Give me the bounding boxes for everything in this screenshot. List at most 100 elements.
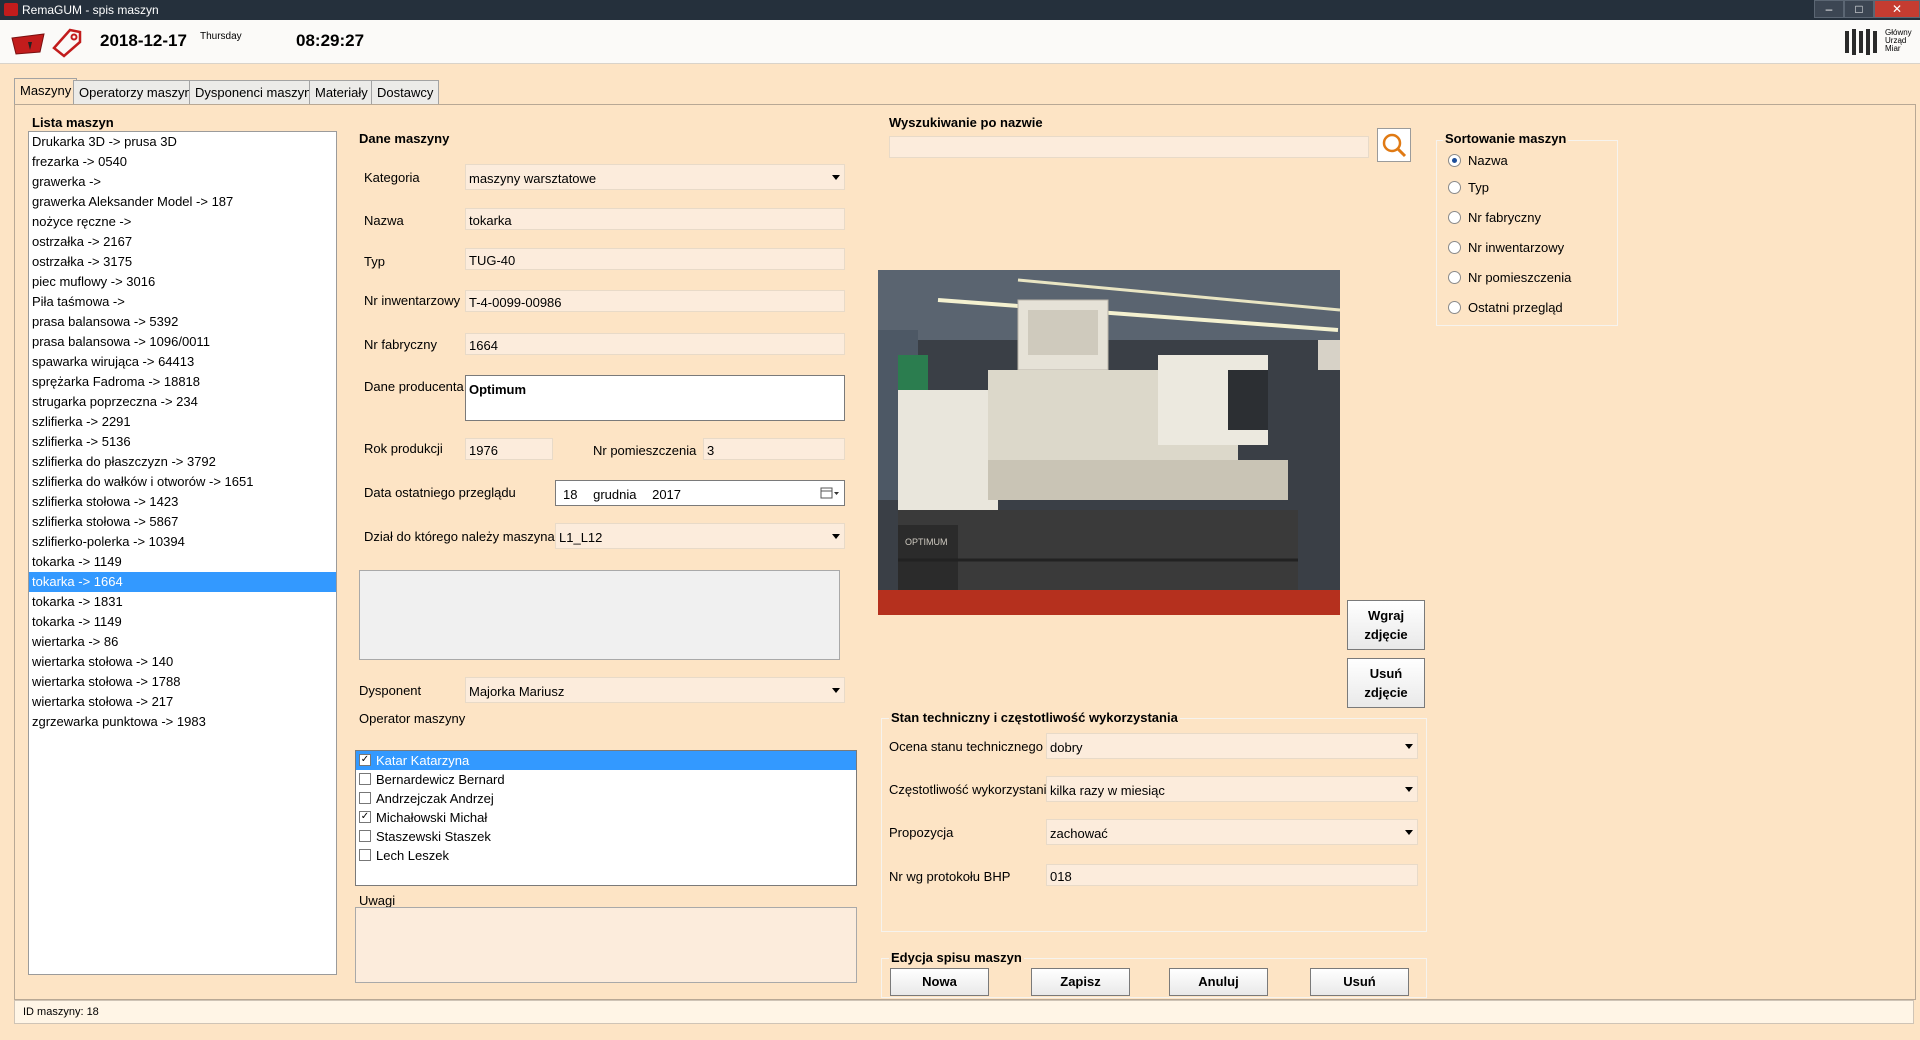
nazwa-field[interactable]: tokarka xyxy=(465,208,845,230)
tab-maszyny[interactable]: Maszyny xyxy=(14,78,78,105)
sort-option[interactable]: Nr pomieszczenia xyxy=(1448,270,1571,288)
machine-list-item[interactable]: strugarka poprzeczna -> 234 xyxy=(29,392,336,412)
dysponent-select[interactable]: Majorka Mariusz xyxy=(465,677,845,703)
operator-item[interactable]: Andrzejczak Andrzej xyxy=(356,789,856,808)
uwagi-textarea[interactable] xyxy=(355,907,857,983)
new-button[interactable]: Nowa xyxy=(890,968,989,996)
checkbox[interactable]: ✓ xyxy=(359,754,371,766)
machine-list-item[interactable]: zgrzewarka punktowa -> 1983 xyxy=(29,712,336,732)
remove-photo-button[interactable]: Usuń zdjęcie xyxy=(1347,658,1425,708)
kategoria-select[interactable]: maszyny warsztatowe xyxy=(465,164,845,190)
machine-list-item[interactable]: wiertarka stołowa -> 1788 xyxy=(29,672,336,692)
machine-list-item[interactable]: wiertarka stołowa -> 140 xyxy=(29,652,336,672)
machine-list-item[interactable]: szlifierka do wałków i otworów -> 1651 xyxy=(29,472,336,492)
machine-list-item[interactable]: prasa balansowa -> 1096/0011 xyxy=(29,332,336,352)
machine-list-item[interactable]: szlifierka -> 2291 xyxy=(29,412,336,432)
data-przegladu-picker[interactable]: 18 grudnia 2017 xyxy=(555,480,845,506)
operator-name: Staszewski Staszek xyxy=(376,829,491,844)
machine-list-item[interactable]: spawarka wirująca -> 64413 xyxy=(29,352,336,372)
machine-list-item[interactable]: ostrzałka -> 3175 xyxy=(29,252,336,272)
maximize-button[interactable]: □ xyxy=(1844,0,1874,18)
delete-button[interactable]: Usuń xyxy=(1310,968,1409,996)
checkbox[interactable]: ✓ xyxy=(359,811,371,823)
tag-icon[interactable] xyxy=(50,26,84,58)
operator-item[interactable]: Bernardewicz Bernard xyxy=(356,770,856,789)
operator-item[interactable]: ✓ Michałowski Michał xyxy=(356,808,856,827)
sort-option[interactable]: Typ xyxy=(1448,180,1489,198)
operator-label: Operator maszyny xyxy=(359,711,466,726)
machine-list-item[interactable]: tokarka -> 1831 xyxy=(29,592,336,612)
machine-list-item[interactable]: sprężarka Fadroma -> 18818 xyxy=(29,372,336,392)
machine-list-item[interactable]: prasa balansowa -> 5392 xyxy=(29,312,336,332)
checkbox[interactable] xyxy=(359,849,371,861)
machine-list-item[interactable]: Drukarka 3D -> prusa 3D xyxy=(29,132,336,152)
chevron-down-icon xyxy=(1405,830,1413,835)
checkbox[interactable] xyxy=(359,830,371,842)
operator-item[interactable]: Staszewski Staszek xyxy=(356,827,856,846)
machine-list-item[interactable]: Piła taśmowa -> xyxy=(29,292,336,312)
czestotliwosc-label: Częstotliwość wykorzystania xyxy=(889,782,1054,797)
search-button[interactable] xyxy=(1377,128,1411,162)
sort-option[interactable]: Nr inwentarzowy xyxy=(1448,240,1564,258)
radio-button[interactable] xyxy=(1448,211,1461,224)
close-button[interactable]: ✕ xyxy=(1874,0,1920,18)
operator-item[interactable]: ✓ Katar Katarzyna xyxy=(356,751,856,770)
producent-textarea[interactable]: Optimum xyxy=(465,375,845,421)
nr-inwentarzowy-field[interactable]: T-4-0099-00986 xyxy=(465,290,845,312)
checkbox[interactable] xyxy=(359,792,371,804)
machine-list-item[interactable]: frezarka -> 0540 xyxy=(29,152,336,172)
dzial-select[interactable]: L1_L12 xyxy=(555,523,845,549)
edit-title: Edycja spisu maszyn xyxy=(889,950,1024,965)
radio-button[interactable] xyxy=(1448,154,1461,167)
propozycja-select[interactable]: zachować xyxy=(1046,819,1418,845)
machine-list-item[interactable]: wiertarka stołowa -> 217 xyxy=(29,692,336,712)
ocena-select[interactable]: dobry xyxy=(1046,733,1418,759)
radio-button[interactable] xyxy=(1448,301,1461,314)
tab-operatorzy[interactable]: Operatorzy maszyn xyxy=(73,80,198,104)
machine-list-item[interactable]: szlifierka stołowa -> 1423 xyxy=(29,492,336,512)
machine-list-item[interactable]: szlifierka stołowa -> 5867 xyxy=(29,512,336,532)
machine-id-status: ID maszyny: 18 xyxy=(23,1006,99,1018)
checkbox[interactable] xyxy=(359,773,371,785)
minimize-button[interactable]: – xyxy=(1814,0,1844,18)
tab-dostawcy[interactable]: Dostawcy xyxy=(371,80,440,104)
sort-option[interactable]: Nr fabryczny xyxy=(1448,210,1541,228)
tab-dysponenci[interactable]: Dysponenci maszyn xyxy=(189,80,318,104)
machine-list-item[interactable]: ostrzałka -> 2167 xyxy=(29,232,336,252)
machine-list-item[interactable]: szlifierko-polerka -> 10394 xyxy=(29,532,336,552)
radio-button[interactable] xyxy=(1448,181,1461,194)
nr-fabryczny-field[interactable]: 1664 xyxy=(465,333,845,355)
machine-list-item[interactable]: tokarka -> 1664 xyxy=(29,572,336,592)
machine-list-item[interactable]: tokarka -> 1149 xyxy=(29,552,336,572)
radio-button[interactable] xyxy=(1448,241,1461,254)
tab-materialy[interactable]: Materiały xyxy=(309,80,374,104)
current-time: 08:29:27 xyxy=(296,31,365,50)
operator-name: Katar Katarzyna xyxy=(376,753,470,768)
operator-item[interactable]: Lech Leszek xyxy=(356,846,856,865)
machine-list-item[interactable]: grawerka Aleksander Model -> 187 xyxy=(29,192,336,212)
cancel-button[interactable]: Anuluj xyxy=(1169,968,1268,996)
rok-produkcji-field[interactable]: 1976 xyxy=(465,438,553,460)
toolbox-icon[interactable] xyxy=(10,30,48,56)
sort-option[interactable]: Nazwa xyxy=(1448,153,1508,171)
machine-list-item[interactable]: tokarka -> 1149 xyxy=(29,612,336,632)
machine-list-item[interactable]: szlifierka -> 5136 xyxy=(29,432,336,452)
radio-button[interactable] xyxy=(1448,271,1461,284)
calendar-icon[interactable] xyxy=(820,486,840,500)
machine-list-item[interactable]: wiertarka -> 86 xyxy=(29,632,336,652)
typ-field[interactable]: TUG-40 xyxy=(465,248,845,270)
machine-list[interactable]: Drukarka 3D -> prusa 3D frezarka -> 0540 g… xyxy=(28,131,337,975)
sort-option-label: Nazwa xyxy=(1468,153,1508,168)
operator-checklist[interactable]: ✓ Katar Katarzyna Bernardewicz Bernard Andr… xyxy=(355,750,857,886)
bhp-field[interactable]: 018 xyxy=(1046,864,1418,886)
search-input[interactable] xyxy=(889,136,1369,158)
czestotliwosc-select[interactable]: kilka razy w miesiąc xyxy=(1046,776,1418,802)
nr-pomieszczenia-field[interactable]: 3 xyxy=(703,438,845,460)
machine-list-item[interactable]: nożyce ręczne -> xyxy=(29,212,336,232)
machine-list-item[interactable]: grawerka -> xyxy=(29,172,336,192)
save-button[interactable]: Zapisz xyxy=(1031,968,1130,996)
machine-list-item[interactable]: piec muflowy -> 3016 xyxy=(29,272,336,292)
machine-list-item[interactable]: szlifierka do płaszczyzn -> 3792 xyxy=(29,452,336,472)
load-photo-button[interactable]: Wgraj zdjęcie xyxy=(1347,600,1425,650)
sort-option[interactable]: Ostatni przegląd xyxy=(1448,300,1563,318)
